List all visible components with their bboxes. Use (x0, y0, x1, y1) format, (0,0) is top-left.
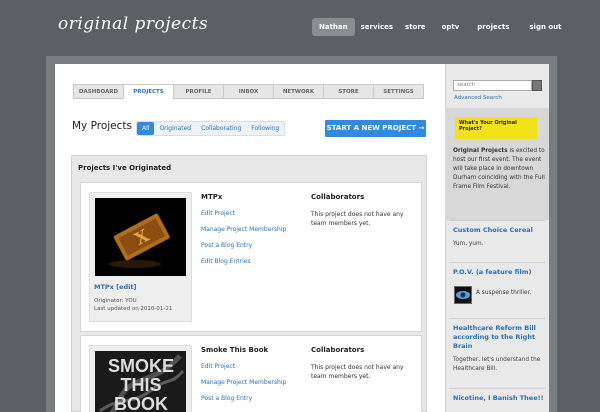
thumbnail-frame: SMOKE THIS BOOK (89, 345, 192, 412)
ticket-icon: X (95, 198, 186, 276)
divider (449, 220, 545, 221)
sidebar-project-text: Yum, yum. (453, 241, 484, 247)
tab-network[interactable]: NETWORK (273, 84, 323, 99)
tab-inbox[interactable]: INBOX (223, 84, 273, 99)
filter-originated[interactable]: Originated (154, 122, 196, 135)
banner-text: What's Your Original Project? (459, 120, 517, 132)
project-edit-link[interactable]: MTPx [edit] (94, 283, 136, 291)
manage-membership-link[interactable]: Manage Project Membership (201, 226, 286, 233)
divider (449, 262, 545, 263)
project-card: SMOKE THIS BOOK Smoke This Book Edit Pro… (80, 335, 422, 412)
collaborators-heading: Collaborators (311, 346, 365, 354)
project-title: MTPx (201, 193, 223, 201)
collaborators-heading: Collaborators (311, 193, 365, 201)
event-description-text: is excited to host our first event. The … (453, 148, 545, 190)
nav-sign-out[interactable]: sign out (523, 18, 567, 36)
start-new-project-button[interactable]: START A NEW PROJECT → (325, 120, 426, 137)
tab-profile[interactable]: PROFILE (173, 84, 223, 99)
edit-blog-entries-link[interactable]: Edit Blog Entries (201, 258, 251, 265)
tab-store[interactable]: STORE (323, 84, 373, 99)
project-title: Smoke This Book (201, 346, 269, 354)
filter-following[interactable]: Following (246, 122, 284, 135)
nav-optv[interactable]: optv (436, 18, 466, 36)
book-cover-title: SMOKE THIS BOOK (107, 356, 174, 412)
event-description-brand: Original Projects (453, 148, 508, 154)
sidebar-project-text: A suspense thriller. (476, 290, 532, 296)
sidebar-project-title[interactable]: Healthcare Reform Bill according to the … (453, 324, 545, 351)
sidebar-project-text: Together, let's understand the Healthcar… (453, 357, 541, 372)
sidebar-project-title[interactable]: Nicotine, I Banish Thee!! (453, 394, 545, 403)
edit-project-link[interactable]: Edit Project (201, 363, 235, 370)
tab-settings[interactable]: SETTINGS (373, 84, 424, 99)
nav-services[interactable]: services (355, 18, 399, 36)
tab-projects[interactable]: PROJECTS (123, 84, 173, 99)
nav-projects[interactable]: projects (471, 18, 515, 36)
section-tabs: DASHBOARD PROJECTS PROFILE INBOX NETWORK… (73, 84, 424, 99)
divider (449, 318, 545, 319)
manage-membership-link[interactable]: Manage Project Membership (201, 379, 286, 386)
project-thumbnail[interactable]: X (95, 198, 186, 276)
page-title: My Projects (72, 120, 133, 132)
filter-all[interactable]: All (137, 122, 155, 135)
top-navigation: Nathan services store optv projects sign… (312, 18, 568, 36)
site-logo[interactable]: original projects (58, 14, 208, 34)
pov-eye-thumbnail[interactable] (454, 286, 472, 304)
project-originator: Originator: YOU (94, 298, 137, 304)
project-filter-group: All Originated Collaborating Following (136, 121, 286, 136)
post-blog-entry-link[interactable]: Post a Blog Entry (201, 242, 252, 249)
sidebar-project-title[interactable]: P.O.V. (a feature film) (453, 268, 545, 277)
tab-dashboard[interactable]: DASHBOARD (73, 84, 123, 99)
nav-user-nathan[interactable]: Nathan (312, 18, 355, 36)
project-thumbnail[interactable]: SMOKE THIS BOOK (95, 351, 186, 412)
divider (449, 388, 545, 389)
panel-title: Projects I've Originated (78, 164, 172, 172)
project-card: X MTPx [edit] Originator: YOU Last updat… (80, 182, 422, 332)
search-submit-button[interactable] (532, 80, 542, 91)
eye-icon (456, 291, 470, 299)
collaborators-text: This project does not have any team memb… (311, 211, 404, 227)
sidebar-project-title[interactable]: Custom Choice Cereal (453, 226, 545, 235)
search-input[interactable]: search (453, 80, 532, 91)
collaborators-text: This project does not have any team memb… (311, 364, 404, 380)
original-project-banner[interactable]: What's Your Original Project? (455, 117, 537, 139)
filter-collaborating[interactable]: Collaborating (196, 122, 246, 135)
project-last-updated: Last updated on 2010-01-21 (94, 306, 173, 312)
event-description: Original Projects is excited to host our… (453, 147, 545, 192)
post-blog-entry-link[interactable]: Post a Blog Entry (201, 395, 252, 402)
nav-store[interactable]: store (399, 18, 432, 36)
edit-project-link[interactable]: Edit Project (201, 210, 235, 217)
advanced-search-link[interactable]: Advanced Search (454, 95, 502, 101)
